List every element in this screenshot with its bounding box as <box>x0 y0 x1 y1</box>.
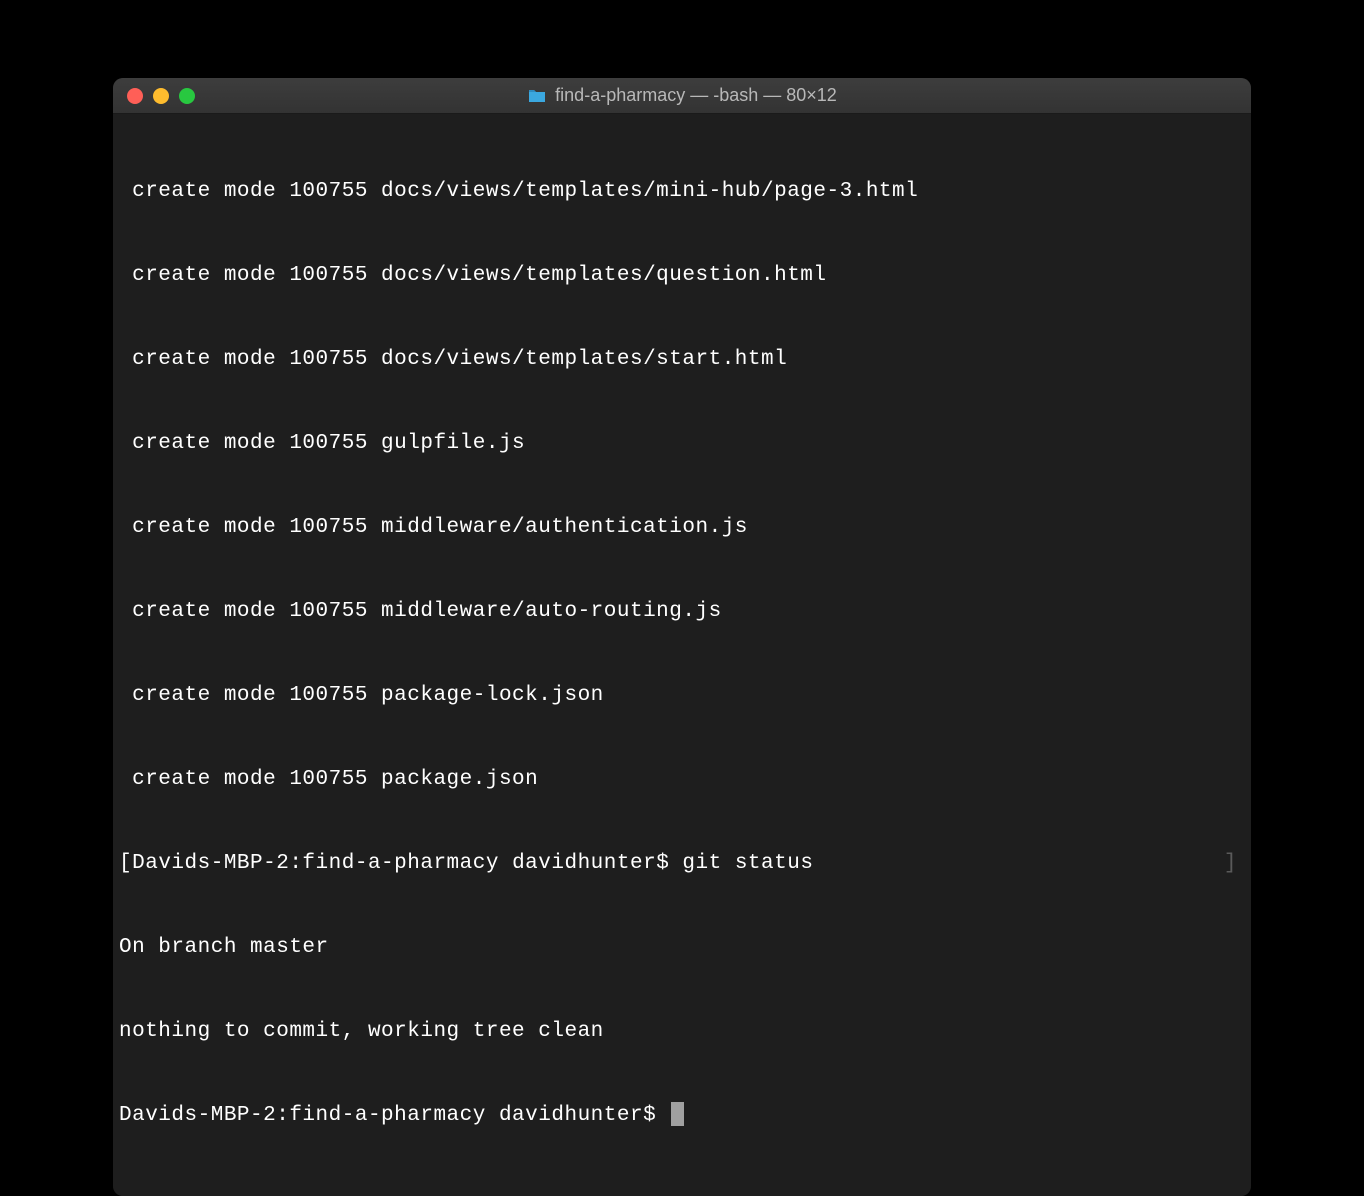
command: git status <box>682 852 813 875</box>
prompt-line: [Davids-MBP-2:find-a-pharmacy davidhunte… <box>119 850 1245 878</box>
output-line: On branch master <box>119 934 1245 962</box>
output-line: create mode 100755 package-lock.json <box>119 682 1245 710</box>
output-line: create mode 100755 gulpfile.js <box>119 430 1245 458</box>
output-line: create mode 100755 docs/views/templates/… <box>119 346 1245 374</box>
cursor <box>671 1102 684 1126</box>
window-title: find-a-pharmacy — -bash — 80×12 <box>555 85 837 106</box>
output-line: create mode 100755 middleware/auto-routi… <box>119 598 1245 626</box>
prompt-line: Davids-MBP-2:find-a-pharmacy davidhunter… <box>119 1102 1245 1130</box>
titlebar: find-a-pharmacy — -bash — 80×12 <box>113 78 1251 114</box>
maximize-button[interactable] <box>179 88 195 104</box>
bracket-left: [ <box>119 852 132 875</box>
traffic-lights <box>127 88 195 104</box>
output-line: create mode 100755 docs/views/templates/… <box>119 178 1245 206</box>
terminal-body[interactable]: create mode 100755 docs/views/templates/… <box>113 114 1251 1196</box>
prompt: Davids-MBP-2:find-a-pharmacy davidhunter… <box>119 1104 669 1127</box>
folder-icon <box>527 88 547 104</box>
output-line: create mode 100755 docs/views/templates/… <box>119 262 1245 290</box>
title-center: find-a-pharmacy — -bash — 80×12 <box>127 85 1237 106</box>
terminal-window: find-a-pharmacy — -bash — 80×12 create m… <box>113 78 1251 1196</box>
output-line: create mode 100755 package.json <box>119 766 1245 794</box>
close-button[interactable] <box>127 88 143 104</box>
bracket-right: ] <box>1224 850 1237 878</box>
minimize-button[interactable] <box>153 88 169 104</box>
output-line: create mode 100755 middleware/authentica… <box>119 514 1245 542</box>
output-line: nothing to commit, working tree clean <box>119 1018 1245 1046</box>
prompt: Davids-MBP-2:find-a-pharmacy davidhunter… <box>132 852 682 875</box>
